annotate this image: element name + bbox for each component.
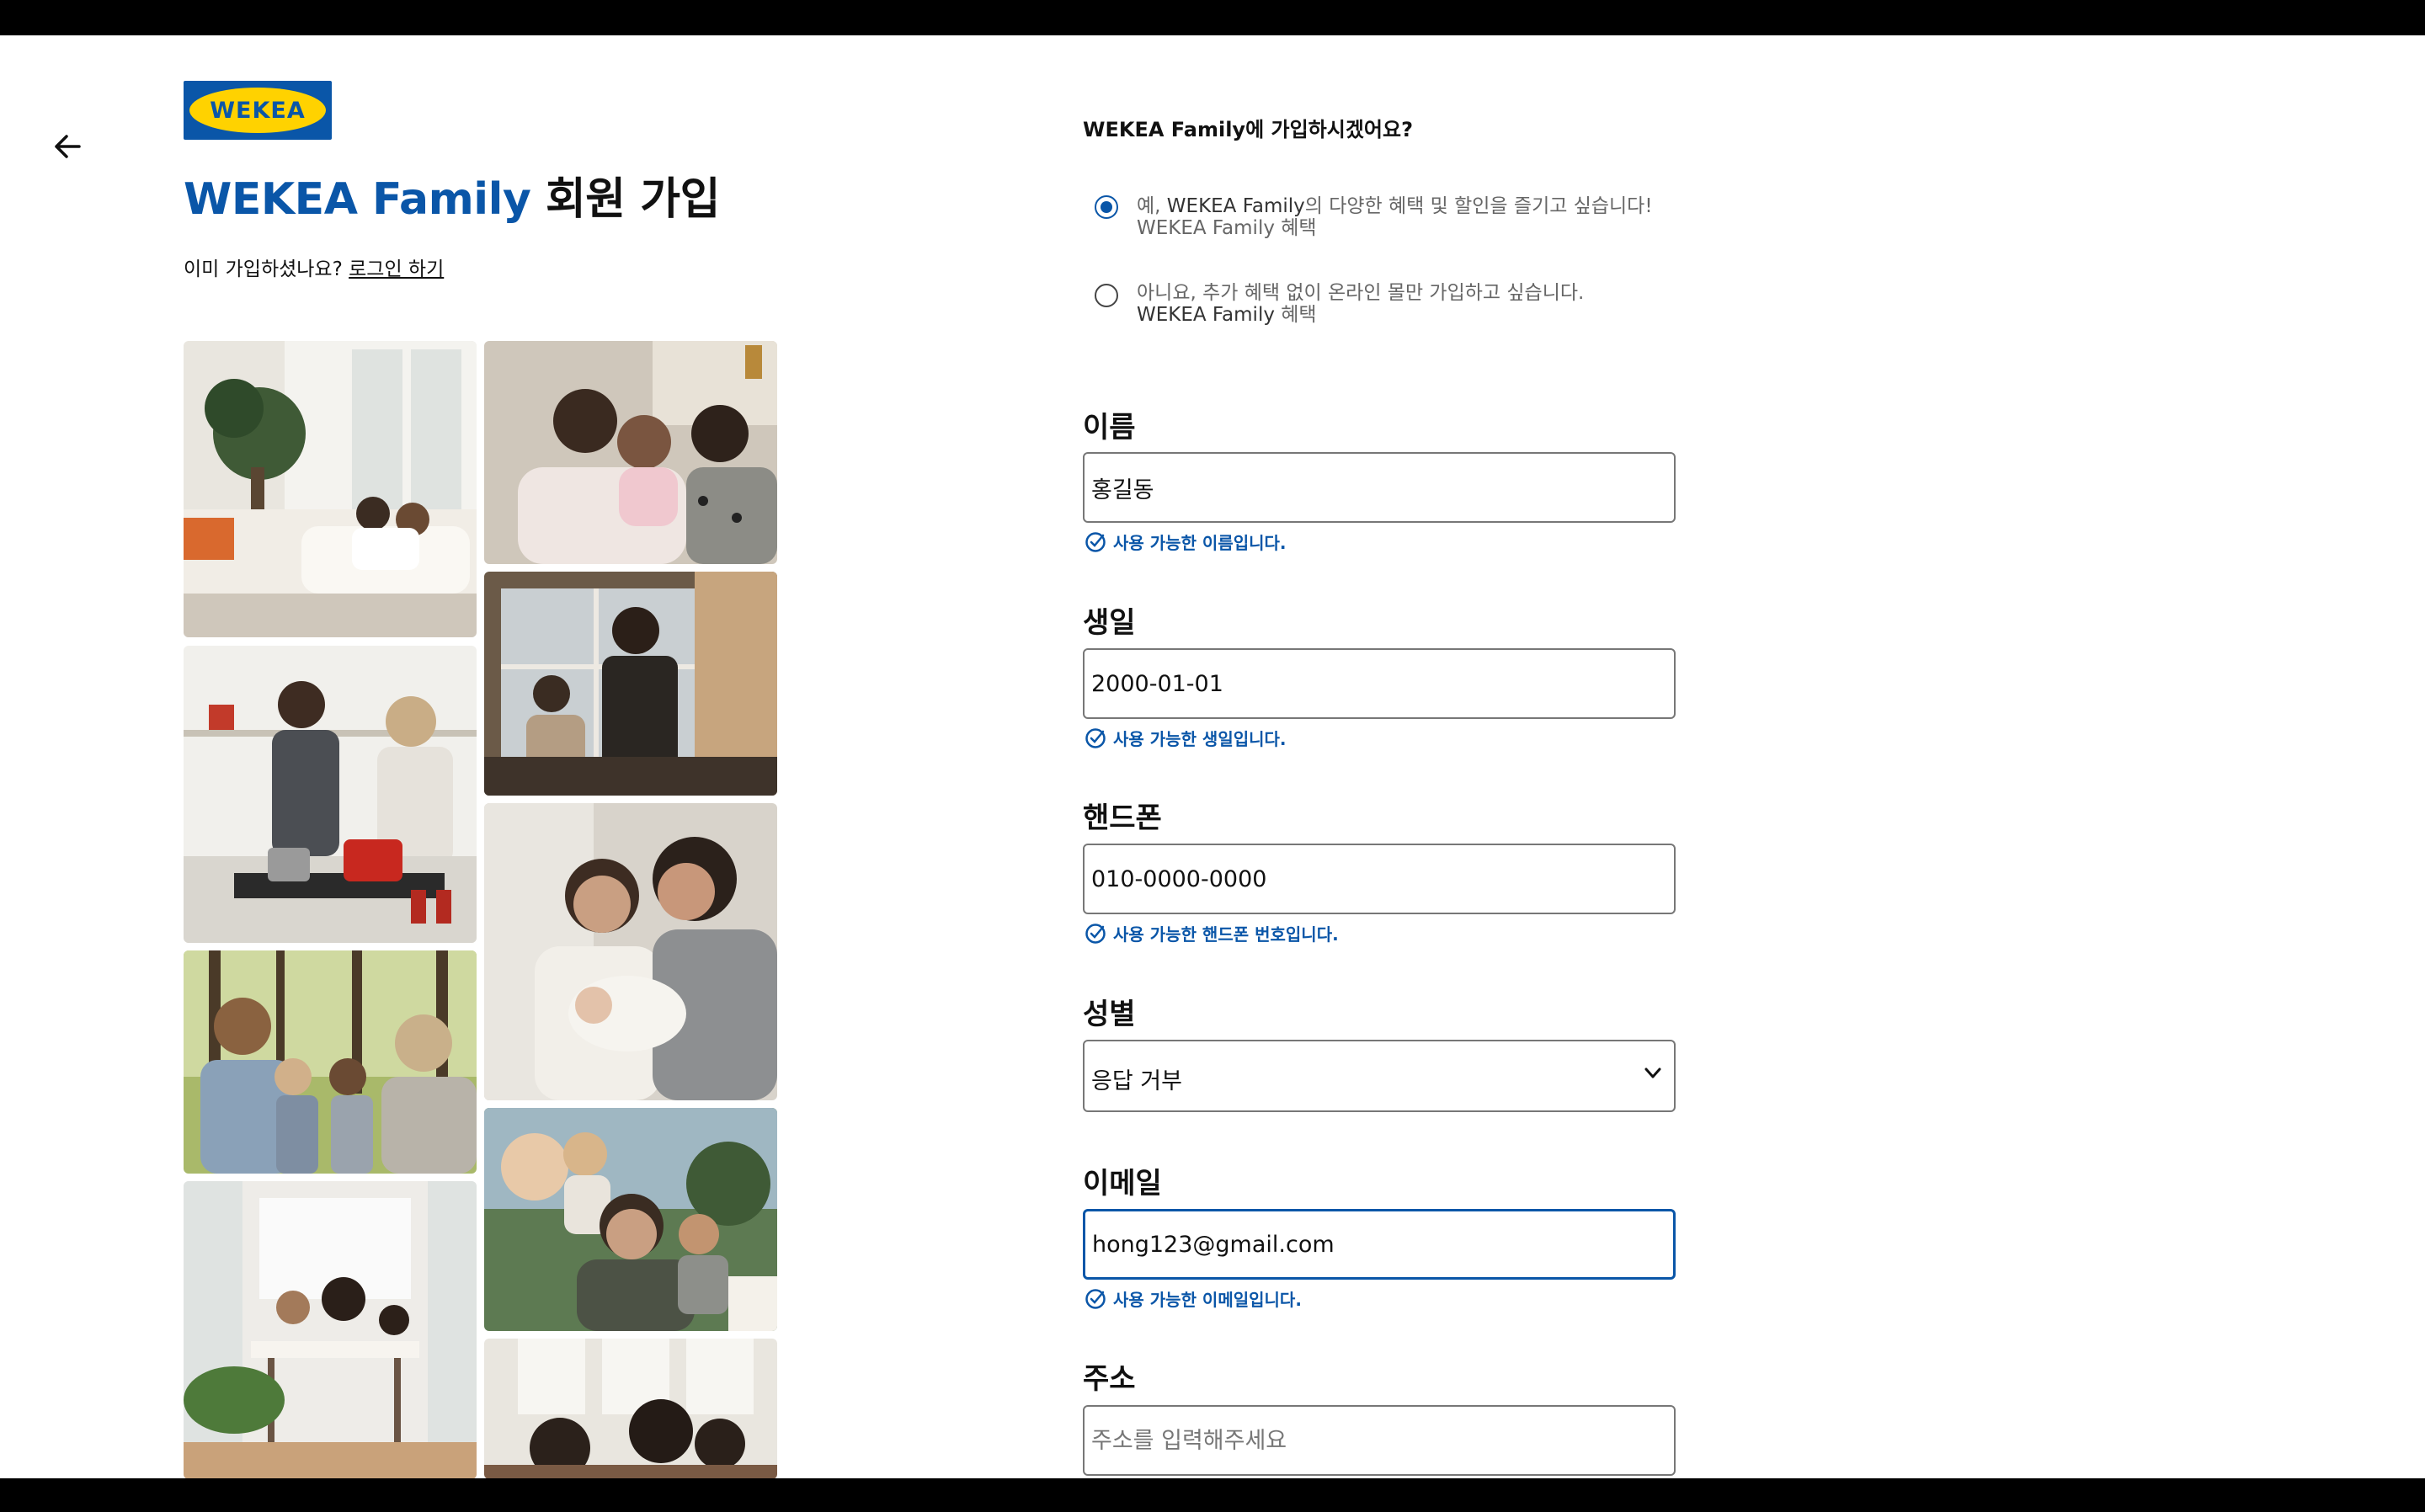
name-input[interactable]: [1083, 452, 1676, 523]
birthday-label: 생일: [1083, 606, 1136, 640]
signup-page: WEKEA WEKEA Family 회원 가입 이미 가입하셨나요? 로그인 …: [0, 35, 2425, 1478]
phone-label: 핸드폰: [1083, 801, 1162, 835]
radio-yes[interactable]: [1095, 195, 1118, 219]
name-help: 사용 가능한 이름입니다.: [1085, 530, 1287, 554]
photo-family-hug: [484, 341, 777, 564]
photo-dad-kids: [484, 1108, 777, 1331]
check-circle-icon: [1085, 1288, 1106, 1309]
address-label: 주소: [1083, 1362, 1136, 1396]
title-rest: 회원 가입: [530, 174, 720, 225]
birthday-help: 사용 가능한 생일입니다.: [1085, 726, 1287, 750]
logo-text: WEKEA: [210, 97, 306, 124]
name-label: 이름: [1083, 411, 1136, 445]
join-option-no[interactable]: 아니요, 추가 혜택 없이 온라인 몰만 가입하고 싶습니다. WEKEA Fa…: [1095, 282, 1659, 326]
page-title: WEKEA Family 회원 가입: [184, 163, 720, 226]
title-brand: WEKEA Family: [184, 174, 531, 225]
arrow-left-icon: [55, 135, 81, 158]
gender-select[interactable]: 응답 거부: [1083, 1040, 1676, 1112]
already-text: 이미 가입하셨나요?: [184, 258, 349, 280]
gender-value: 응답 거부: [1091, 1068, 1182, 1094]
join-option-no-label: 아니요, 추가 혜택 없이 온라인 몰만 가입하고 싶습니다. WEKEA Fa…: [1137, 282, 1585, 326]
photo-cooking: [184, 646, 477, 943]
email-label: 이메일: [1083, 1167, 1162, 1201]
join-option-yes-label: 예, WEKEA Family의 다양한 혜택 및 할인을 즐기고 싶습니다! …: [1137, 195, 1653, 239]
photo-parents-newborn: [484, 803, 777, 1100]
photo-dining: [184, 1181, 477, 1478]
email-help: 사용 가능한 이메일입니다.: [1085, 1286, 1302, 1311]
back-button[interactable]: [51, 130, 84, 163]
photo-kids-laptop: [484, 1339, 777, 1478]
photo-park-family: [184, 950, 477, 1174]
login-link[interactable]: 로그인 하기: [349, 258, 444, 280]
join-option-yes[interactable]: 예, WEKEA Family의 다양한 혜택 및 할인을 즐기고 싶습니다! …: [1095, 195, 1659, 239]
check-circle-icon: [1085, 531, 1106, 552]
phone-input[interactable]: [1083, 844, 1676, 914]
photo-kids-window: [484, 572, 777, 796]
chevron-down-icon: [1644, 1067, 1661, 1078]
address-input[interactable]: [1083, 1405, 1676, 1476]
gender-label: 성별: [1083, 998, 1136, 1031]
email-input[interactable]: [1083, 1209, 1676, 1280]
check-circle-icon: [1085, 727, 1106, 748]
already-member: 이미 가입하셨나요? 로그인 하기: [184, 253, 444, 281]
join-question: WEKEA Family에 가입하시겠어요?: [1083, 118, 1413, 141]
wekea-logo[interactable]: WEKEA: [184, 81, 332, 140]
check-circle-icon: [1085, 923, 1106, 944]
birthday-input[interactable]: [1083, 648, 1676, 719]
photo-living-room: [184, 341, 477, 637]
phone-help: 사용 가능한 핸드폰 번호입니다.: [1085, 921, 1339, 945]
radio-no[interactable]: [1095, 284, 1118, 307]
